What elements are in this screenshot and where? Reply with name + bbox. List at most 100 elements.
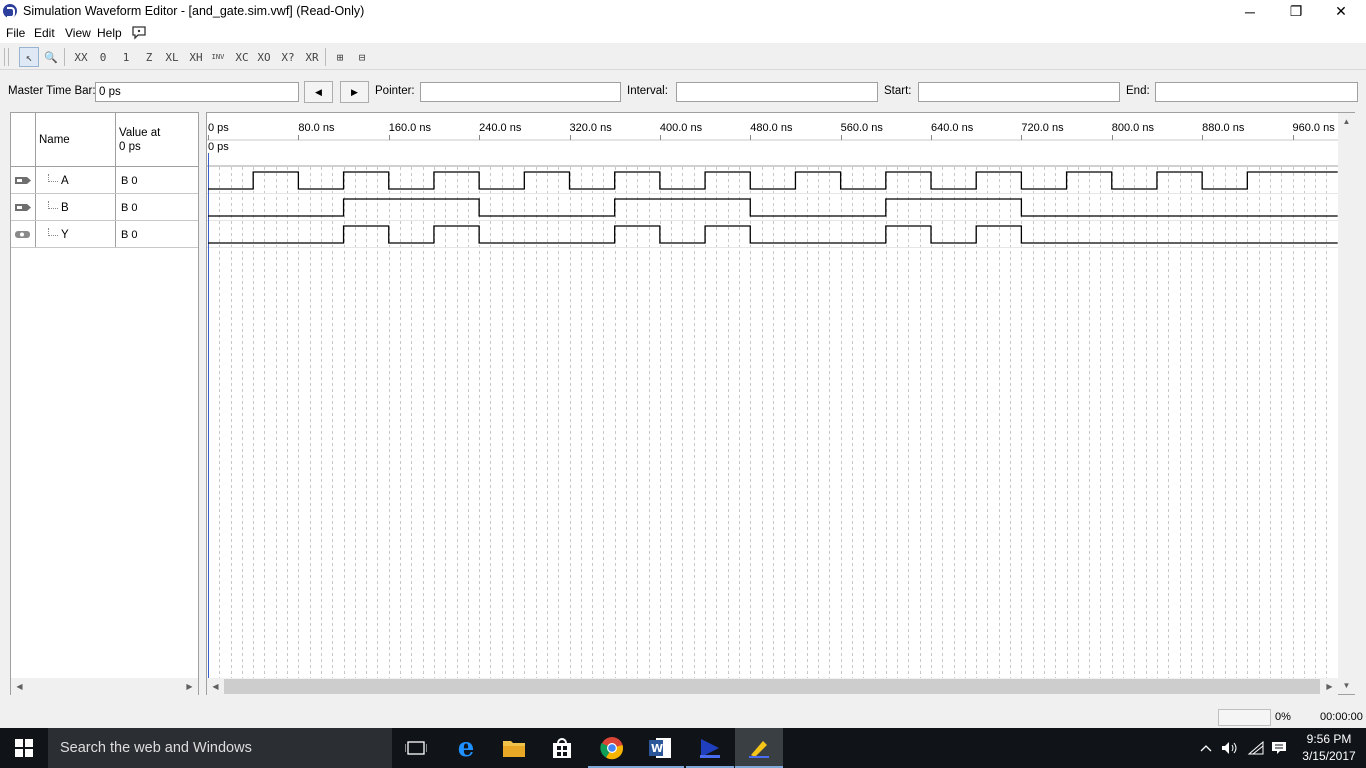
time-tick-label: 480.0 ns — [750, 122, 793, 134]
elapsed-time: 00:00:00 — [1320, 711, 1363, 723]
wave-scroll-thumb[interactable] — [224, 679, 1320, 694]
signal-name: B — [61, 202, 69, 214]
signal-name-cell[interactable]: A — [36, 167, 116, 193]
value-header-label: Value at — [119, 127, 161, 139]
close-button[interactable]: ✕ — [1318, 0, 1364, 23]
taskbar-file-explorer[interactable] — [490, 728, 538, 768]
search-box[interactable]: Search the web and Windows — [48, 728, 392, 768]
volume-tray[interactable] — [1219, 728, 1241, 768]
value-header-time: 0 ps — [119, 141, 141, 153]
value-column-header[interactable]: Value at 0 ps — [116, 113, 198, 167]
count-value-icon[interactable]: XC — [232, 47, 252, 67]
taskbar-word[interactable]: W — [636, 728, 684, 768]
taskbar-waveform-editor[interactable] — [735, 728, 783, 768]
task-view-button[interactable] — [392, 728, 440, 768]
node-list-scrollbar[interactable]: ◀ ▶ — [11, 678, 198, 695]
waveform-pane[interactable]: 0 ps 80.0 ns 160.0 ns 240.0 ns 320.0 ns 400.0… — [206, 112, 1355, 695]
zoom-tool-icon[interactable]: 🔍 — [41, 47, 61, 67]
unknown-value-icon[interactable]: XX — [71, 47, 91, 67]
time-tick-label: 400.0 ns — [660, 122, 703, 134]
wave-scroll-left-arrow[interactable]: ◀ — [207, 678, 224, 695]
speaker-icon — [1222, 742, 1237, 754]
random-value-icon[interactable]: X? — [278, 47, 298, 67]
start-label: Start: — [884, 85, 912, 97]
taskbar-store[interactable] — [538, 728, 586, 768]
status-bar: 0% 00:00:00 — [0, 708, 1366, 728]
windows-taskbar: Search the web and Windows e W 9:56 PM 3… — [0, 728, 1366, 768]
arbitrary-value-icon[interactable]: XR — [302, 47, 322, 67]
taskbar-clock[interactable]: 9:56 PM 3/15/2017 — [1296, 731, 1362, 765]
menu-edit[interactable]: Edit — [34, 26, 55, 40]
signal-row-y[interactable]: Y B 0 — [11, 221, 198, 248]
scroll-up-arrow[interactable]: ▲ — [1338, 113, 1355, 130]
quartus-taskbar-icon — [700, 739, 720, 758]
scroll-down-arrow[interactable]: ▼ — [1338, 677, 1355, 694]
toolbar: ↖ 🔍 XX 0 1 Z XL XH INV XC XO X? XR ⊞ ⊟ — [0, 44, 1366, 70]
waveform-hscrollbar[interactable]: ◀ ▶ — [207, 678, 1338, 695]
time-tick-label: 880.0 ns — [1202, 122, 1245, 134]
folder-icon — [503, 741, 525, 757]
name-column-header[interactable]: Name — [36, 113, 116, 167]
time-tick-label: 560.0 ns — [841, 122, 884, 134]
output-pin-icon — [15, 231, 30, 238]
menu-view[interactable]: View — [65, 26, 91, 40]
scroll-left-arrow[interactable]: ◀ — [11, 678, 28, 695]
window-title: Simulation Waveform Editor - [and_gate.s… — [23, 4, 365, 18]
scroll-right-arrow[interactable]: ▶ — [181, 678, 198, 695]
restore-button[interactable]: ❐ — [1273, 0, 1319, 23]
chrome-icon — [600, 737, 624, 760]
action-center[interactable] — [1268, 728, 1290, 768]
word-icon: W — [649, 738, 671, 758]
menu-help[interactable]: Help — [97, 26, 122, 40]
show-hidden-icons[interactable] — [1196, 728, 1216, 768]
signal-row-b[interactable]: B B 0 — [11, 194, 198, 221]
interval-field[interactable] — [676, 82, 878, 102]
time-tick-label: 720.0 ns — [1021, 122, 1064, 134]
weak-high-icon[interactable]: XH — [186, 47, 206, 67]
master-time-bar-field[interactable]: 0 ps — [95, 82, 299, 102]
time-tick-label: 0 ps — [208, 122, 229, 134]
start-field[interactable] — [918, 82, 1120, 102]
tree-connector — [48, 201, 58, 209]
weak-low-icon[interactable]: XL — [162, 47, 182, 67]
signal-name-cell[interactable]: Y — [36, 221, 116, 247]
high-impedance-icon[interactable]: Z — [139, 47, 159, 67]
taskbar-chrome[interactable] — [588, 728, 636, 768]
pointer-tool-icon[interactable]: ↖ — [19, 47, 39, 67]
waveform-canvas[interactable]: 0 ps 80.0 ns 160.0 ns 240.0 ns 320.0 ns 400.0… — [207, 113, 1338, 678]
time-tick-label: 240.0 ns — [479, 122, 522, 134]
waveform-vscrollbar[interactable]: ▲ ▼ — [1338, 113, 1355, 694]
taskbar-quartus[interactable] — [686, 728, 734, 768]
feedback-icon[interactable] — [131, 25, 147, 40]
wave-scroll-right-arrow[interactable]: ▶ — [1321, 678, 1338, 695]
icon-column-header — [11, 113, 36, 167]
start-button[interactable] — [0, 728, 48, 768]
invert-icon[interactable]: INV — [208, 47, 228, 67]
quartus-app-icon — [3, 4, 17, 18]
previous-transition-button[interactable]: ◀ — [304, 81, 333, 103]
next-transition-button[interactable]: ▶ — [340, 81, 369, 103]
store-icon — [553, 738, 571, 758]
time-tick-label: 800.0 ns — [1112, 122, 1155, 134]
pointer-field[interactable] — [420, 82, 621, 102]
forcing-high-icon[interactable]: 1 — [116, 47, 136, 67]
signal-row-a[interactable]: A B 0 — [11, 167, 198, 194]
taskbar-edge[interactable]: e — [442, 728, 490, 768]
name-header-label: Name — [39, 134, 70, 146]
signal-value: B 0 — [121, 202, 138, 214]
menu-file[interactable]: File — [6, 26, 25, 40]
chevron-up-icon — [1200, 745, 1212, 752]
progress-bar — [1218, 709, 1271, 726]
clock-value-icon[interactable]: XO — [254, 47, 274, 67]
notification-icon — [1272, 742, 1286, 754]
time-tick-label: 960.0 ns — [1293, 122, 1336, 134]
forcing-low-icon[interactable]: 0 — [93, 47, 113, 67]
waveform-b[interactable] — [208, 198, 1338, 217]
network-tray[interactable] — [1245, 728, 1267, 768]
master-time-marker-label[interactable]: 0 ps — [208, 141, 229, 153]
end-field[interactable] — [1155, 82, 1358, 102]
minimize-button[interactable]: ─ — [1227, 0, 1273, 23]
signal-name-cell[interactable]: B — [36, 194, 116, 220]
sort-icon[interactable]: ⊟ — [352, 47, 372, 67]
snap-to-grid-icon[interactable]: ⊞ — [330, 47, 350, 67]
